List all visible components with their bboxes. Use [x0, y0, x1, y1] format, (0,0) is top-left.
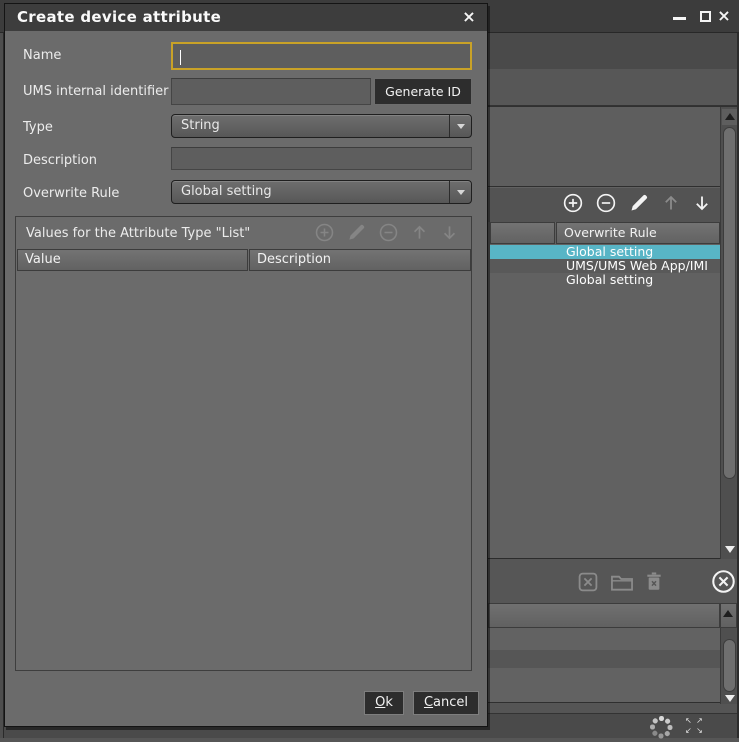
arrow-glyph: ↙: [683, 726, 694, 736]
arrow-glyph: ↖: [683, 716, 694, 726]
chevron-down-icon: [457, 124, 465, 129]
remove-circle-icon[interactable]: [378, 222, 399, 247]
panel-blank-area: [488, 107, 720, 187]
text-caret: [180, 50, 181, 65]
scrollbar-thumb[interactable]: [723, 639, 736, 692]
table-row[interactable]: UMS/UMS Web App/IMI: [490, 259, 720, 273]
dialog-title: Create device attribute: [17, 8, 221, 26]
values-header-value[interactable]: Value: [17, 249, 248, 271]
move-up-arrow-icon[interactable]: [661, 192, 681, 218]
remove-circle-icon[interactable]: [595, 192, 617, 218]
attributes-panel: Overwrite Rule Global setting UMS/UMS We…: [488, 106, 739, 559]
trash-x-icon[interactable]: [644, 570, 664, 598]
ums-identifier-label: UMS internal identifier: [23, 84, 168, 99]
bottom-table-header[interactable]: [488, 603, 720, 628]
overwrite-rule-value: Global setting: [181, 184, 272, 199]
description-input[interactable]: [171, 147, 472, 170]
assignment-toolbar: [576, 569, 736, 598]
ums-identifier-input[interactable]: [171, 78, 371, 105]
triangle-down-icon: [725, 695, 735, 702]
move-down-arrow-icon[interactable]: [440, 222, 459, 247]
triangle-up-icon: [725, 113, 735, 120]
triangle-down-icon: [725, 546, 735, 553]
cell-overwrite-rule: UMS/UMS Web App/IMI: [490, 259, 708, 273]
folder-icon[interactable]: [609, 570, 635, 598]
type-value: String: [181, 118, 220, 133]
dialog-titlebar[interactable]: Create device attribute ×: [5, 4, 487, 31]
values-toolbar: [314, 222, 459, 247]
cancel-button-label: Cancel: [414, 692, 478, 714]
table-header-hidden-column[interactable]: [490, 222, 555, 244]
create-device-attribute-dialog: Create device attribute × Name UMS inter…: [4, 3, 488, 727]
table-row[interactable]: [488, 650, 720, 668]
dropdown-arrow-section[interactable]: [449, 115, 471, 137]
box-x-icon[interactable]: [576, 570, 600, 598]
cancel-button[interactable]: Cancel: [413, 691, 479, 715]
move-up-arrow-icon[interactable]: [410, 222, 429, 247]
values-header-description[interactable]: Description: [249, 249, 471, 271]
table-row[interactable]: Global setting: [490, 273, 720, 287]
generate-id-label: Generate ID: [385, 84, 461, 99]
description-label: Description: [23, 153, 97, 168]
table-row[interactable]: Global setting: [490, 245, 720, 259]
triangle-up-icon: [723, 610, 733, 617]
cell-overwrite-rule: Global setting: [490, 245, 653, 259]
chevron-down-icon: [457, 190, 465, 195]
values-section-title: Values for the Attribute Type "List": [26, 226, 250, 241]
close-icon[interactable]: ×: [459, 7, 479, 28]
name-input[interactable]: [171, 42, 472, 70]
arrow-glyph: ↘: [694, 726, 705, 736]
overwrite-rule-label: Overwrite Rule: [23, 186, 119, 201]
arrow-glyph: ↗: [694, 716, 705, 726]
attribute-list-toolbar: [488, 188, 720, 222]
scrollbar-vertical[interactable]: [720, 107, 737, 560]
scrollbar-vertical[interactable]: [720, 628, 737, 704]
type-label: Type: [23, 120, 53, 135]
scroll-down-button[interactable]: [722, 541, 738, 557]
scroll-up-button[interactable]: [720, 603, 737, 628]
dropdown-arrow-section[interactable]: [449, 181, 471, 203]
ok-button-label: Ok: [365, 692, 403, 714]
type-dropdown[interactable]: String: [171, 114, 472, 138]
values-groupbox: Values for the Attribute Type "List": [15, 216, 472, 671]
close-icon[interactable]: ×: [715, 6, 733, 28]
move-down-arrow-icon[interactable]: [692, 192, 712, 218]
circle-x-icon[interactable]: [711, 569, 736, 598]
add-circle-icon[interactable]: [314, 222, 335, 247]
edit-pencil-icon[interactable]: [346, 222, 367, 247]
bottom-table-rows[interactable]: [488, 628, 720, 703]
name-label: Name: [23, 48, 61, 63]
scroll-up-button[interactable]: [722, 109, 738, 125]
ok-button[interactable]: Ok: [364, 691, 404, 715]
table-header-overwrite-rule[interactable]: Overwrite Rule: [556, 222, 720, 244]
minimize-icon[interactable]: [673, 17, 686, 20]
maximize-icon[interactable]: [700, 11, 711, 22]
add-circle-icon[interactable]: [562, 192, 584, 218]
transfer-arrows-icon: ↖ ↗ ↙ ↘: [683, 716, 705, 736]
bottom-table-footer: [488, 704, 737, 713]
values-table-body[interactable]: [17, 271, 471, 670]
generate-id-button[interactable]: Generate ID: [374, 78, 472, 105]
assignment-panel: [488, 559, 739, 713]
cell-overwrite-rule: Global setting: [490, 273, 653, 287]
overwrite-rule-dropdown[interactable]: Global setting: [171, 180, 472, 204]
edit-pencil-icon[interactable]: [628, 192, 650, 218]
screen: × Help Case Sensitive Regex Whole Text: [0, 0, 739, 738]
scrollbar-thumb[interactable]: [723, 127, 736, 479]
